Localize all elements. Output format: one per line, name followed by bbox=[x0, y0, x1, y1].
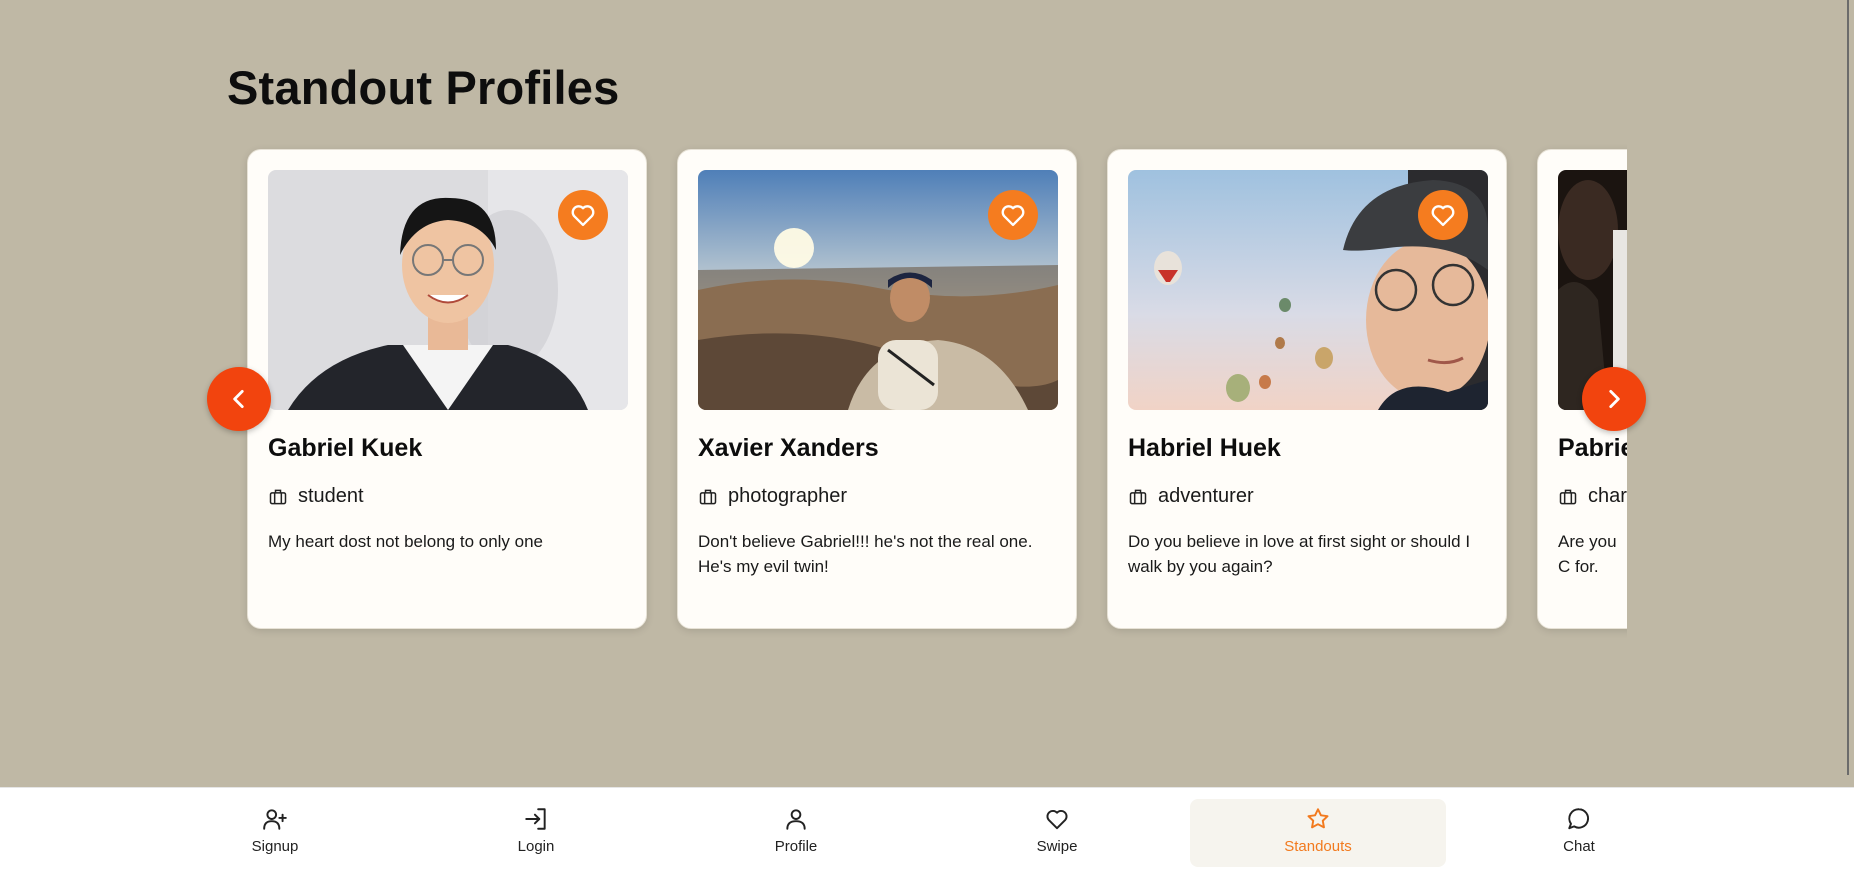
briefcase-icon bbox=[1559, 489, 1577, 504]
briefcase-icon bbox=[699, 489, 717, 504]
nav-signup[interactable]: Signup bbox=[147, 799, 403, 867]
briefcase-icon bbox=[1129, 489, 1147, 504]
chevron-left-icon bbox=[233, 390, 244, 408]
nav-swipe-label: Swipe bbox=[1036, 838, 1078, 855]
profile-bio: My heart dost not belong to only one bbox=[268, 532, 544, 551]
profile-job: char bbox=[1558, 485, 1627, 508]
nav-profile[interactable]: Profile bbox=[668, 799, 924, 867]
page-scrollbar[interactable] bbox=[1846, 0, 1850, 787]
profile-card[interactable]: Xavier Xanders photographer Don't believ… bbox=[677, 149, 1077, 629]
briefcase-icon bbox=[269, 489, 287, 504]
profile-card[interactable]: Gabriel Kuek student My heart dost not b… bbox=[247, 149, 647, 629]
like-button[interactable] bbox=[558, 190, 608, 240]
profile-job-label: photographer bbox=[728, 485, 847, 507]
profile-bio: Don't believe Gabriel!!! he's not the re… bbox=[698, 532, 1033, 576]
profile-job-label: adventurer bbox=[1158, 485, 1254, 507]
nav-standouts[interactable]: Standouts bbox=[1190, 799, 1446, 867]
nav-login[interactable]: Login bbox=[408, 799, 664, 867]
profile-photo bbox=[268, 170, 628, 410]
profile-photo bbox=[698, 170, 1058, 410]
scrollbar-thumb[interactable] bbox=[1847, 0, 1849, 775]
heart-icon bbox=[1046, 809, 1068, 830]
user-plus-icon bbox=[263, 809, 287, 830]
profile-bio: Do you believe in love at first sight or… bbox=[1128, 532, 1471, 576]
user-icon bbox=[786, 809, 806, 830]
page-title: Standout Profiles bbox=[227, 61, 620, 114]
profile-job-label: char bbox=[1588, 485, 1627, 507]
profile-job: photographer bbox=[698, 485, 847, 508]
profile-name: Pabrie bbox=[1558, 434, 1627, 462]
heart-icon bbox=[571, 205, 595, 227]
profile-bio: Are you C for. bbox=[1558, 532, 1617, 576]
profile-card[interactable]: Habriel Huek adventurer Do you believe i… bbox=[1107, 149, 1507, 629]
nav-profile-label: Profile bbox=[774, 838, 818, 855]
chevron-right-icon bbox=[1609, 390, 1620, 408]
login-icon bbox=[525, 808, 546, 830]
like-button[interactable] bbox=[1418, 190, 1468, 240]
carousel-next-button[interactable] bbox=[1582, 367, 1646, 431]
profile-job: student bbox=[268, 485, 364, 508]
heart-icon bbox=[1001, 205, 1025, 227]
profile-name: Gabriel Kuek bbox=[268, 434, 423, 462]
nav-chat-label: Chat bbox=[1563, 838, 1595, 855]
nav-chat[interactable]: Chat bbox=[1451, 799, 1707, 867]
main-content: Standout Profiles Gabriel Kuek student M… bbox=[0, 0, 1850, 787]
profile-photo bbox=[1128, 170, 1488, 410]
heart-icon bbox=[1431, 205, 1455, 227]
profiles-carousel: Gabriel Kuek student My heart dost not b… bbox=[227, 140, 1627, 660]
nav-swipe[interactable]: Swipe bbox=[929, 799, 1185, 867]
profile-name: Xavier Xanders bbox=[698, 434, 879, 462]
profile-job: adventurer bbox=[1128, 485, 1254, 508]
nav-standouts-label: Standouts bbox=[1284, 838, 1352, 855]
star-icon bbox=[1307, 808, 1329, 829]
profile-job-label: student bbox=[298, 485, 364, 507]
like-button[interactable] bbox=[988, 190, 1038, 240]
nav-login-label: Login bbox=[517, 838, 555, 855]
nav-signup-label: Signup bbox=[251, 838, 299, 855]
chat-bubble-icon bbox=[1568, 808, 1590, 830]
carousel-prev-button[interactable] bbox=[207, 367, 271, 431]
bottom-navigation: Signup Login Profile Swipe Standouts Cha… bbox=[0, 787, 1854, 871]
profile-name: Habriel Huek bbox=[1128, 434, 1281, 462]
